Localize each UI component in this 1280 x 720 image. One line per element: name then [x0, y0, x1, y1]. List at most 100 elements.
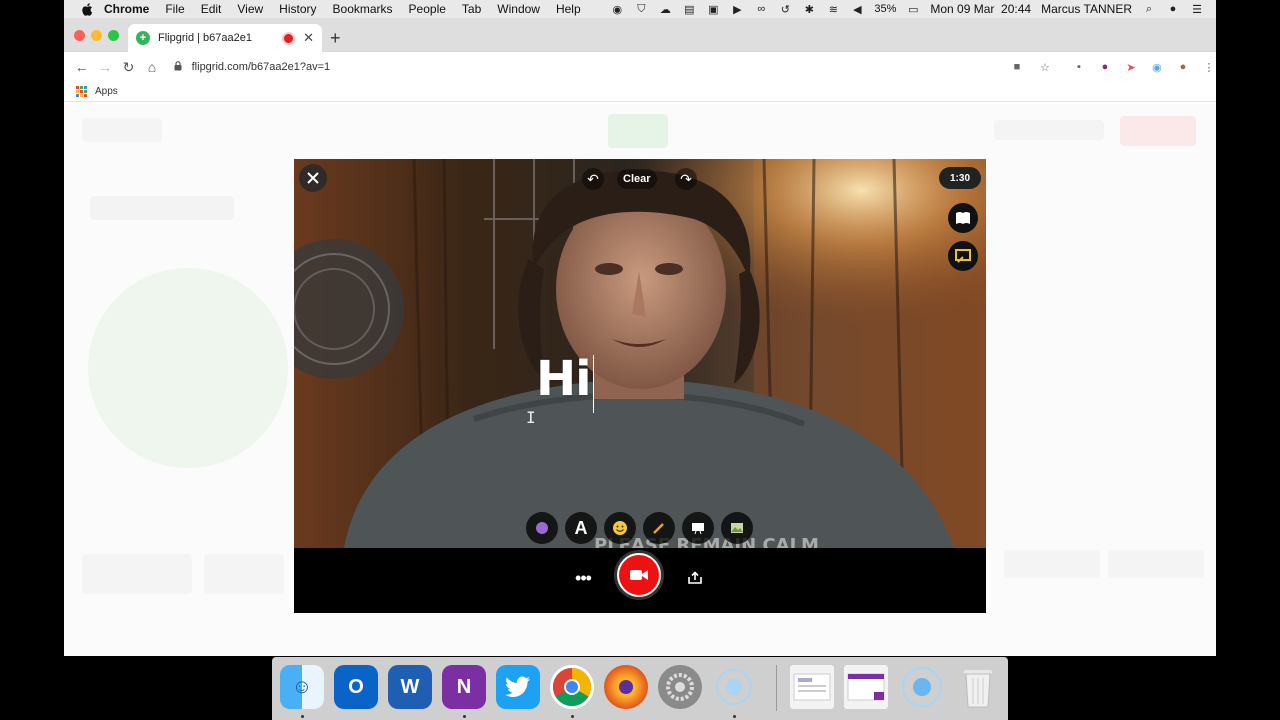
board-icon[interactable] — [682, 512, 714, 544]
dock-separator — [776, 665, 777, 711]
pen-icon[interactable] — [643, 512, 675, 544]
siri-icon[interactable]: ● — [1166, 3, 1180, 15]
clear-button[interactable]: Clear — [617, 169, 657, 189]
camera-in-use-icon[interactable]: ■ — [1010, 60, 1024, 74]
outlook-icon[interactable]: O — [334, 665, 378, 709]
word-icon[interactable]: W — [388, 665, 432, 709]
notes-icon[interactable]: ▣ — [706, 3, 720, 16]
menu-app-name[interactable]: Chrome — [104, 2, 149, 16]
menu-user[interactable]: Marcus TANNER — [1041, 2, 1132, 16]
bluetooth-icon[interactable]: ✱ — [802, 3, 816, 16]
text-overlay[interactable]: Hi — [536, 351, 592, 407]
home-button[interactable]: ⌂ — [144, 58, 159, 76]
close-window-button[interactable] — [74, 30, 85, 41]
camera-feed-image: PLEASE REMAIN CALM — [294, 159, 986, 548]
apps-grid-icon[interactable] — [76, 86, 87, 97]
profile-avatar[interactable]: ● — [1176, 60, 1190, 74]
minimize-window-button[interactable] — [91, 30, 102, 41]
firefox-icon[interactable] — [604, 665, 648, 709]
text-tool-icon[interactable]: A — [565, 512, 597, 544]
onenote-icon[interactable]: N — [442, 665, 486, 709]
loading-thumbnail-icon[interactable] — [900, 665, 944, 709]
lock-icon[interactable] — [174, 60, 184, 74]
screen: Chrome File Edit View History Bookmarks … — [0, 0, 1280, 720]
menu-view[interactable]: View — [237, 2, 263, 16]
zoom-window-button[interactable] — [108, 30, 119, 41]
menu-help[interactable]: Help — [556, 2, 581, 16]
mac-dock: ☺ O W N — [272, 657, 1008, 720]
url-text: flipgrid.com/b67aa2e1?av=1 — [191, 61, 331, 73]
notification-center-icon[interactable]: ☰ — [1190, 3, 1204, 16]
effects-toolbar: A — [526, 512, 753, 544]
onenote-thumbnail-icon[interactable] — [844, 665, 888, 709]
page-user-placeholder — [994, 120, 1104, 140]
ibeam-cursor-icon: I — [526, 408, 536, 427]
wifi-icon[interactable]: ≋ — [826, 3, 840, 16]
record-status-icon[interactable]: ◉ — [610, 3, 624, 16]
book-icon[interactable] — [948, 203, 978, 233]
close-recorder-button[interactable] — [299, 164, 327, 192]
drive-icon[interactable]: ▤ — [682, 3, 696, 16]
menu-window[interactable]: Window — [497, 2, 540, 16]
menu-bookmarks[interactable]: Bookmarks — [333, 2, 393, 16]
emoji-icon[interactable] — [604, 512, 636, 544]
add-response-placeholder — [88, 268, 288, 468]
finder-icon[interactable]: ☺ — [280, 665, 324, 709]
flipgrid-favicon: + — [136, 31, 150, 45]
upload-icon[interactable] — [680, 563, 710, 593]
chrome-menu-icon[interactable]: ⋮ — [1202, 60, 1216, 74]
window-controls — [74, 30, 119, 41]
recording-indicator-icon — [284, 33, 294, 43]
system-preferences-icon[interactable] — [658, 665, 702, 709]
browser-tab[interactable]: + Flipgrid | b67aa2e1 ✕ — [128, 24, 322, 52]
loading-app-icon[interactable] — [712, 665, 756, 709]
text-caret — [593, 355, 594, 413]
address-bar[interactable]: flipgrid.com/b67aa2e1?av=1 ■ ☆ — [174, 55, 1064, 79]
apps-bookmark[interactable]: Apps — [95, 86, 118, 97]
trash-icon[interactable] — [956, 665, 1000, 709]
camera-icon[interactable]: ▶ — [730, 3, 744, 16]
menu-extras: ◉ ⛉ ☁ ▤ ▣ ▶ ∞ ↺ ✱ ≋ ◀ 35% ▭ Mon 09 Mar 2… — [610, 2, 1216, 16]
page-button-placeholder — [1120, 116, 1196, 146]
toolbar-actions: ■ ☆ — [1010, 60, 1064, 74]
filter-icon[interactable] — [526, 512, 558, 544]
chrome-icon[interactable] — [550, 665, 594, 709]
sticker-image-icon[interactable] — [721, 512, 753, 544]
more-options-button[interactable]: ••• — [568, 563, 598, 593]
extension-icon[interactable]: ▪ — [1072, 60, 1086, 74]
extension-circle-icon[interactable]: ◉ — [1150, 60, 1164, 74]
cloud-icon[interactable]: ☁ — [658, 3, 672, 16]
menu-history[interactable]: History — [279, 2, 316, 16]
forward-button[interactable]: → — [97, 58, 112, 76]
apple-icon[interactable] — [78, 2, 96, 16]
menu-clock[interactable]: Mon 09 Mar 20:44 — [930, 2, 1031, 16]
menu-file[interactable]: File — [165, 2, 184, 16]
battery-percent[interactable]: 35% — [874, 3, 896, 15]
sticky-note-icon[interactable] — [948, 241, 978, 271]
menu-people[interactable]: People — [409, 2, 446, 16]
twitter-icon[interactable] — [496, 665, 540, 709]
flipgrid-recorder: PLEASE REMAIN CALM ↶ Clear ↷ 1:30 Hi I A… — [294, 159, 986, 613]
page-heading-placeholder — [90, 196, 234, 220]
shield-icon[interactable]: ⛉ — [634, 3, 648, 15]
back-button[interactable]: ← — [74, 58, 89, 76]
extension-arrow-icon[interactable]: ➤ — [1124, 60, 1138, 74]
glasses-icon[interactable]: ∞ — [754, 3, 768, 15]
bookmark-star-icon[interactable]: ☆ — [1038, 60, 1052, 74]
undo-icon[interactable]: ↶ — [582, 168, 604, 190]
document-thumbnail-icon[interactable] — [790, 665, 834, 709]
menu-tab[interactable]: Tab — [462, 2, 481, 16]
tab-strip: + Flipgrid | b67aa2e1 ✕ + — [64, 18, 1216, 52]
reload-button[interactable]: ↻ — [121, 58, 136, 76]
time-machine-icon[interactable]: ↺ — [778, 3, 792, 16]
extension-purple-icon[interactable]: ● — [1098, 60, 1112, 74]
camera-preview: PLEASE REMAIN CALM ↶ Clear ↷ 1:30 Hi I A — [294, 159, 986, 548]
record-button[interactable] — [614, 550, 664, 600]
battery-icon[interactable]: ▭ — [906, 3, 920, 16]
new-tab-button[interactable]: + — [330, 28, 341, 49]
close-tab-icon[interactable]: ✕ — [303, 30, 314, 46]
redo-icon[interactable]: ↷ — [675, 168, 697, 190]
menu-edit[interactable]: Edit — [201, 2, 222, 16]
volume-icon[interactable]: ◀ — [850, 3, 864, 16]
spotlight-icon[interactable]: ⌕ — [1142, 3, 1156, 15]
